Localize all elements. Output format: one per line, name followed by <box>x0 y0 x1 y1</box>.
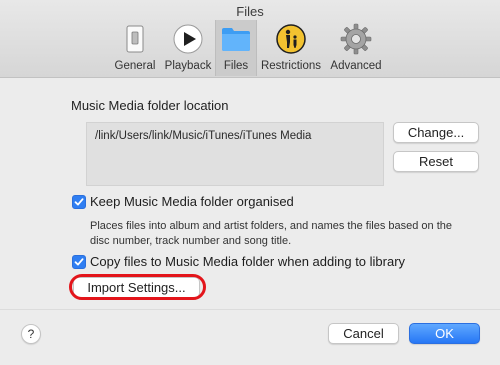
tab-files-label: Files <box>223 60 249 72</box>
copy-files-label[interactable]: Copy files to Music Media folder when ad… <box>90 254 405 269</box>
tab-restrictions-label: Restrictions <box>260 60 322 72</box>
cancel-button[interactable]: Cancel <box>328 323 399 344</box>
keep-organised-description: Places files into album and artist folde… <box>90 220 452 247</box>
tab-advanced-label: Advanced <box>330 60 382 72</box>
tab-advanced[interactable]: Advanced <box>328 20 384 76</box>
tab-general[interactable]: General <box>111 20 159 76</box>
highlight-annotation <box>69 274 206 300</box>
preferences-window: Files General Playback Files Restriction… <box>0 0 500 365</box>
tab-restrictions[interactable]: Restrictions <box>258 20 324 76</box>
folder-location-label: Music Media folder location <box>71 98 229 113</box>
change-button[interactable]: Change... <box>393 122 479 143</box>
checkmark-icon <box>74 258 84 266</box>
reset-button[interactable]: Reset <box>393 151 479 172</box>
tab-general-label: General <box>114 60 156 72</box>
keep-organised-checkbox[interactable] <box>72 195 86 209</box>
general-switch-icon <box>118 22 152 56</box>
footer-divider <box>0 309 500 310</box>
tab-playback-label: Playback <box>164 60 212 72</box>
checkmark-icon <box>74 198 84 206</box>
tab-files[interactable]: Files <box>215 20 257 76</box>
help-button[interactable]: ? <box>21 324 41 344</box>
ok-button[interactable]: OK <box>409 323 480 344</box>
window-title: Files <box>236 4 264 19</box>
preferences-toolbar: Files General Playback Files Restriction… <box>0 0 500 78</box>
parental-restrictions-icon <box>274 22 308 56</box>
folder-icon <box>219 22 253 56</box>
play-icon <box>171 22 205 56</box>
gear-icon <box>339 22 373 56</box>
tab-playback[interactable]: Playback <box>162 20 214 76</box>
copy-files-checkbox[interactable] <box>72 255 86 269</box>
folder-path-field: /link/Users/link/Music/iTunes/iTunes Med… <box>86 122 384 186</box>
keep-organised-label[interactable]: Keep Music Media folder organised <box>90 194 294 209</box>
